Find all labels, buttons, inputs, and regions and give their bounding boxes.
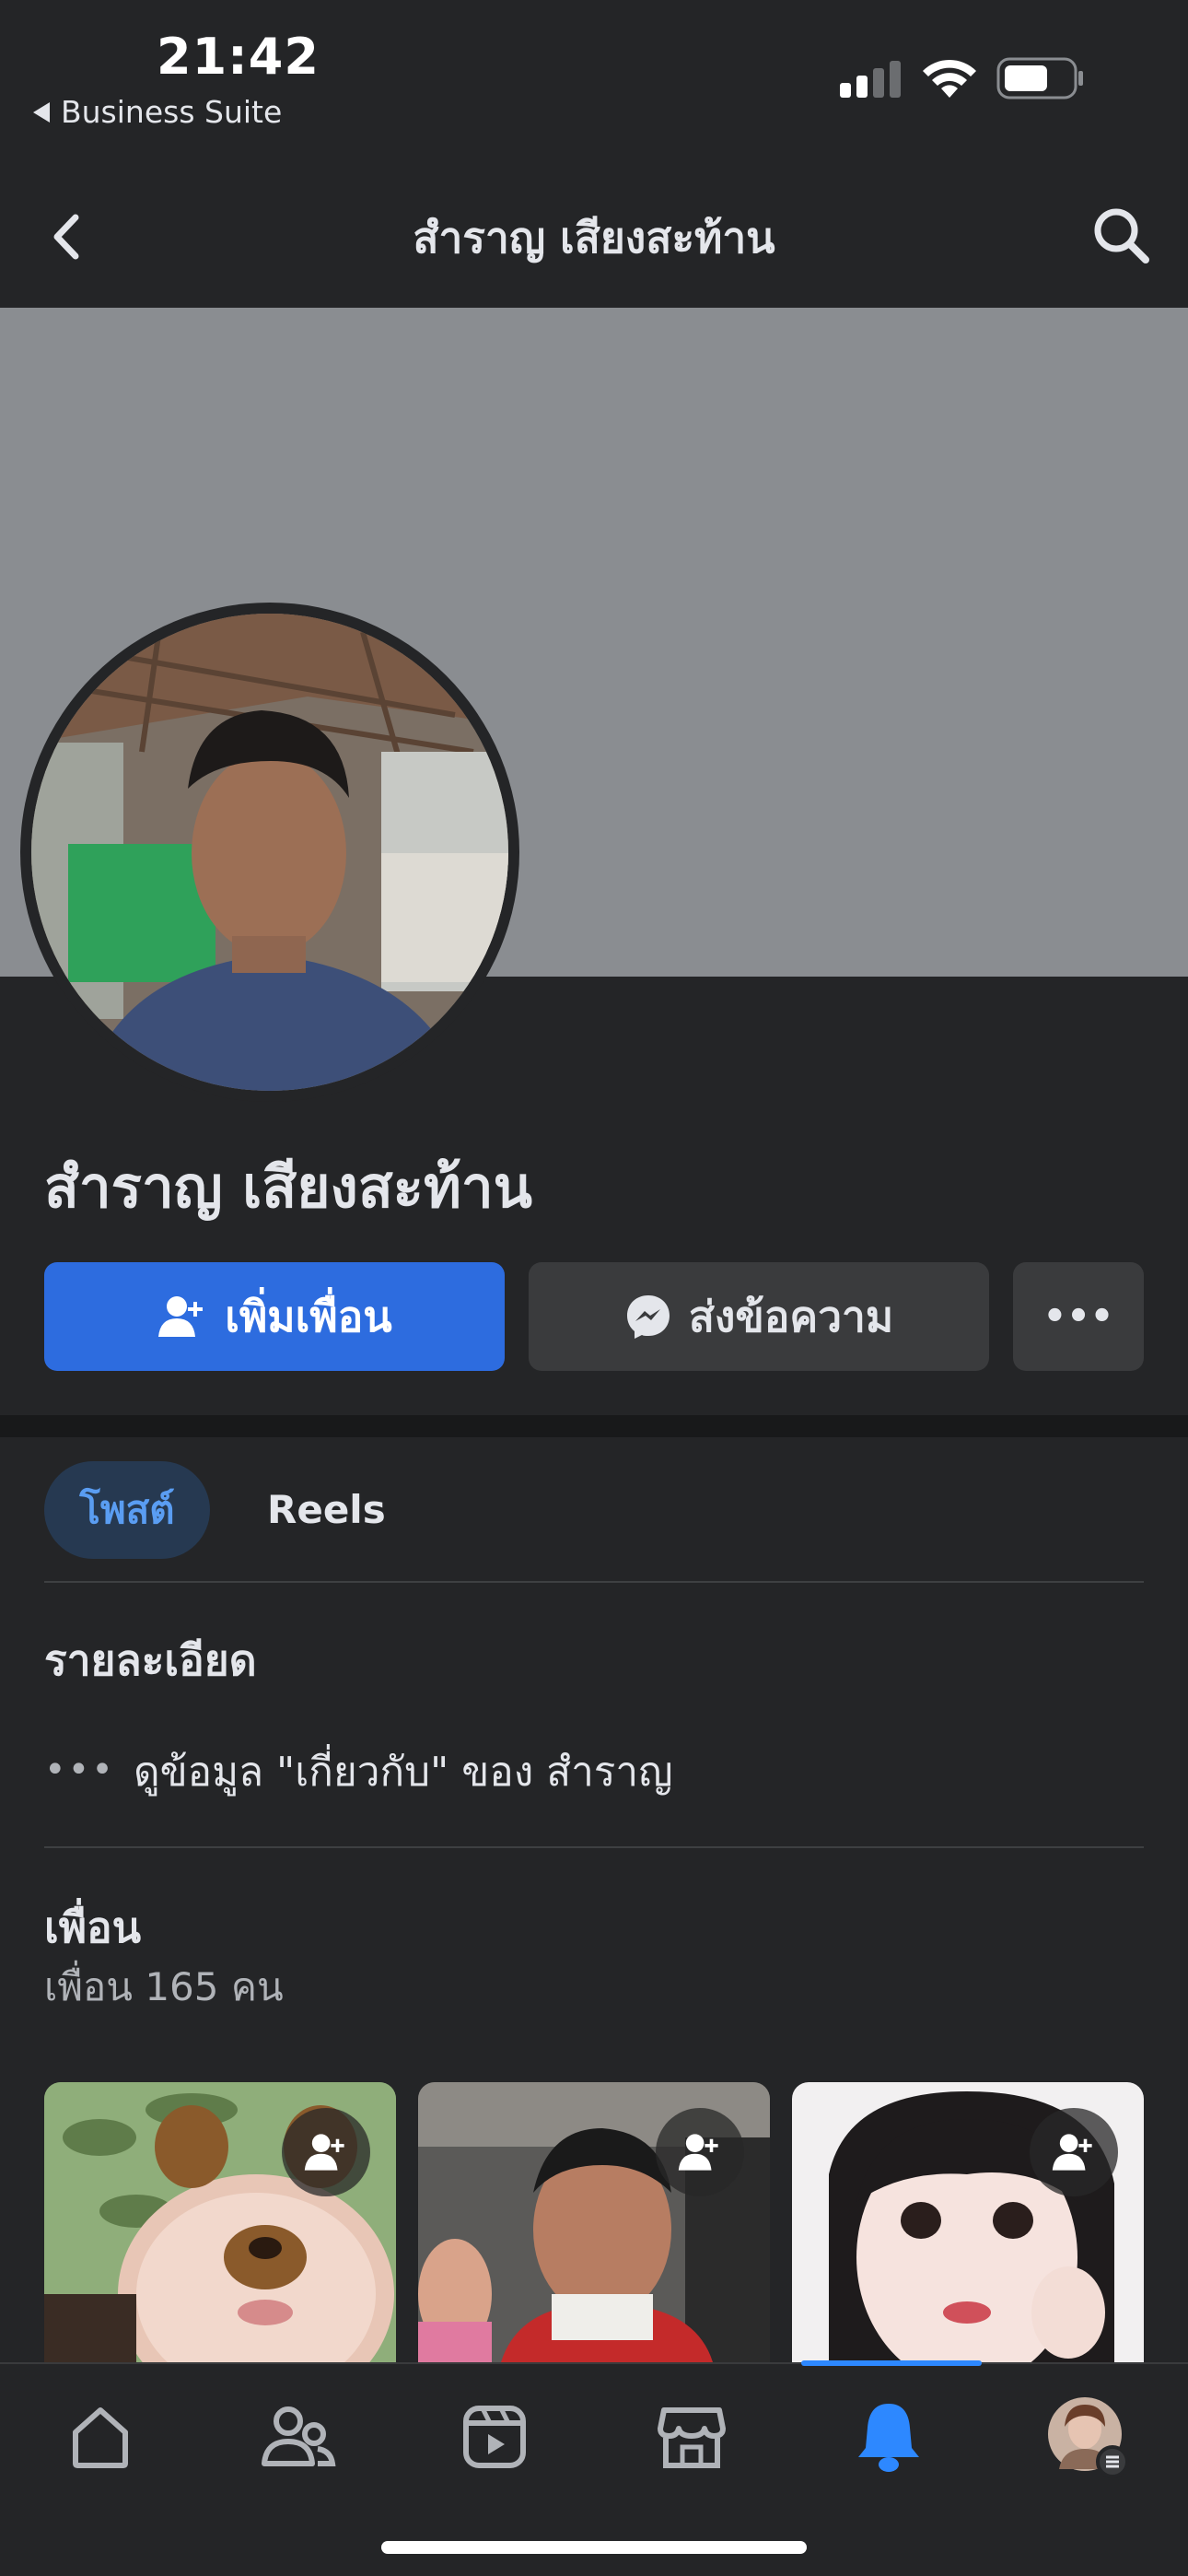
friend-thumbnail[interactable] [792,2082,1144,2362]
details-heading: รายละเอียด [44,1635,257,1685]
back-to-app-link[interactable]: Business Suite [33,94,282,130]
cellular-signal-icon [840,61,901,98]
profile-avatar[interactable] [1046,2395,1129,2478]
page-title: สำราญ เสียงสะท้าน [413,213,775,263]
friends-heading: เพื่อน [44,1903,142,1952]
back-triangle-icon [33,101,50,123]
friend-thumbnail[interactable] [44,2082,396,2362]
marketplace-icon[interactable] [650,2395,733,2478]
home-indicator [381,2541,807,2554]
about-info-link[interactable]: ดูข้อมูล "เกี่ยวกับ" ของ สำราญ [134,1739,673,1804]
friend-thumbnail[interactable] [418,2082,770,2362]
notifications-icon[interactable] [847,2395,930,2478]
home-icon[interactable] [59,2395,142,2478]
tab-reels[interactable]: Reels [267,1487,386,1532]
friends-icon[interactable] [256,2395,339,2478]
divider [44,1846,1144,1848]
add-friend-icon[interactable] [282,2108,370,2196]
video-icon[interactable] [453,2395,536,2478]
more-options-button[interactable]: ••• [1013,1262,1144,1371]
wifi-icon [923,59,976,98]
add-friend-button[interactable]: เพิ่มเพื่อน [44,1262,505,1371]
add-friend-label: เพิ่มเพื่อน [225,1291,392,1341]
add-friend-icon[interactable] [656,2108,744,2196]
add-friend-icon[interactable] [1030,2108,1118,2196]
friends-count: เพื่อน 165 คน [44,1964,284,2009]
battery-icon [996,57,1083,100]
profile-name: สำราญ เสียงสะท้าน [44,1153,533,1221]
status-time: 21:42 [157,28,320,86]
divider [44,1581,1144,1583]
active-tab-indicator [801,2360,982,2366]
more-dots-icon: ••• [1042,1295,1114,1338]
back-app-label: Business Suite [61,94,283,130]
profile-picture[interactable] [20,603,519,1102]
message-button[interactable]: ส่งข้อความ [529,1262,989,1371]
tab-posts[interactable]: โพสต์ [44,1461,210,1559]
messenger-icon [626,1295,670,1339]
message-label: ส่งข้อความ [688,1291,894,1341]
section-divider [0,1415,1188,1437]
search-icon[interactable] [1089,203,1153,267]
add-person-icon [158,1296,204,1337]
more-dots-icon: ••• [44,1749,115,1791]
